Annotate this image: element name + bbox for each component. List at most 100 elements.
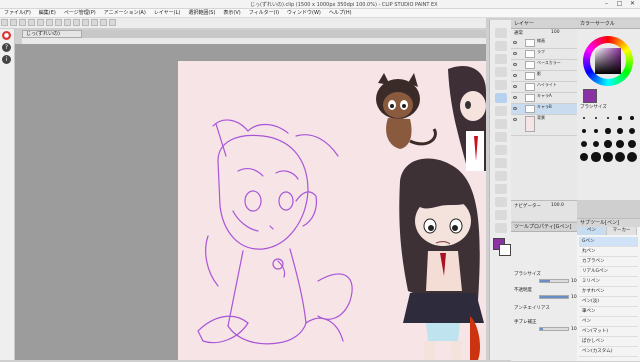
eye-icon[interactable] (513, 52, 517, 55)
stabilize-slider[interactable] (539, 327, 569, 331)
menu-edit[interactable]: 編集(E) (35, 9, 60, 17)
menu-help[interactable]: ヘルプ(H) (325, 9, 356, 17)
subtool-item[interactable]: リアルGペン (579, 267, 638, 277)
record-icon[interactable]: ● (2, 31, 11, 40)
fill-tool-icon[interactable] (495, 184, 507, 194)
lasso-tool-icon[interactable] (495, 67, 507, 77)
save-icon[interactable] (19, 19, 26, 26)
zoom-tool-icon[interactable] (495, 28, 507, 38)
brush-size-dot[interactable] (616, 140, 624, 148)
subtool-item[interactable]: ペン(マット) (579, 327, 638, 337)
invert-selection-icon[interactable] (82, 19, 89, 26)
layer-row[interactable]: 影 (511, 71, 577, 82)
figure-tool-icon[interactable] (495, 210, 507, 220)
close-button[interactable]: ✕ (626, 0, 639, 8)
menu-file[interactable]: ファイル(F) (0, 9, 35, 17)
brush-size-dot[interactable] (581, 128, 587, 134)
brush-size-dot[interactable] (591, 152, 601, 162)
saturation-value-square[interactable] (595, 48, 621, 74)
eyedropper-tool-icon[interactable] (495, 80, 507, 90)
brush-size-dot[interactable] (630, 116, 634, 120)
layer-row[interactable]: ベースカラー (511, 60, 577, 71)
drawing-canvas[interactable] (178, 61, 486, 360)
subtool-item[interactable]: ぼかしペン (579, 337, 638, 347)
redo-icon[interactable] (37, 19, 44, 26)
select-tool-icon[interactable] (495, 54, 507, 64)
layer-row[interactable]: キャラA (511, 93, 577, 104)
eye-icon[interactable] (513, 107, 517, 110)
pencil-tool-icon[interactable] (495, 106, 507, 116)
settings-icon[interactable] (109, 19, 116, 26)
opacity-slider[interactable] (539, 295, 569, 299)
menu-animation[interactable]: アニメーション(A) (100, 9, 150, 17)
stabilize-value[interactable]: 10 (571, 327, 577, 332)
subtool-item[interactable]: カブラペン (579, 257, 638, 267)
menu-window[interactable]: ウィンドウ(W) (283, 9, 325, 17)
brush-size-dot[interactable] (604, 140, 612, 148)
layer-row[interactable]: 背景 (511, 115, 577, 136)
maximize-button[interactable]: □ (613, 0, 626, 8)
subtool-item[interactable]: ペン(淡) (579, 297, 638, 307)
blend-tool-icon[interactable] (495, 171, 507, 181)
brush-size-dot[interactable] (603, 152, 613, 162)
gradient-tool-icon[interactable] (495, 197, 507, 207)
document-tab[interactable]: じっ(ずれいの) (22, 30, 82, 38)
brush-size-dot[interactable] (605, 128, 611, 134)
text-tool-icon[interactable] (495, 223, 507, 233)
brush-size-dot[interactable] (580, 140, 588, 148)
subtool-item[interactable]: 丸ペン (579, 247, 638, 257)
move-tool-icon[interactable] (495, 41, 507, 51)
layer-opacity[interactable]: 100 (551, 30, 560, 35)
brush-size-dot[interactable] (626, 151, 638, 163)
airbrush-tool-icon[interactable] (495, 132, 507, 142)
brush-size-dot[interactable] (592, 140, 600, 148)
current-color-swatch[interactable] (583, 89, 597, 103)
fill-icon[interactable] (55, 19, 62, 26)
menu-layer[interactable]: レイヤー(L) (150, 9, 185, 17)
layer-row-selected[interactable]: キャラB (511, 104, 577, 115)
menu-filter[interactable]: フィルター(I) (245, 9, 283, 17)
zoom-value[interactable]: 100.0 (551, 203, 564, 208)
deselect-icon[interactable] (73, 19, 80, 26)
layer-row[interactable]: ラフ (511, 49, 577, 60)
pen-tool-icon[interactable] (495, 93, 507, 103)
snap-ruler-icon[interactable] (91, 19, 98, 26)
tab-marker[interactable]: マーカー (607, 227, 637, 235)
eye-icon[interactable] (513, 74, 517, 77)
eye-icon[interactable] (513, 41, 517, 44)
brush-size-dot[interactable] (627, 139, 637, 149)
new-file-icon[interactable] (1, 19, 8, 26)
menu-selection[interactable]: 選択範囲(S) (184, 9, 219, 17)
eye-icon[interactable] (513, 96, 517, 99)
decoration-tool-icon[interactable] (495, 145, 507, 155)
undo-icon[interactable] (28, 19, 35, 26)
menu-view[interactable]: 表示(V) (219, 9, 244, 17)
subtool-item[interactable]: ミリペン (579, 277, 638, 287)
subtool-item[interactable]: Gペン (579, 237, 638, 247)
subtool-item[interactable]: ペン(カスタム) (579, 347, 638, 357)
transform-icon[interactable] (64, 19, 71, 26)
subtool-item[interactable]: 筆ペン (579, 307, 638, 317)
brush-size-dot[interactable] (594, 116, 598, 120)
layer-row[interactable]: ハイライト (511, 82, 577, 93)
help-icon[interactable]: ? (2, 43, 11, 52)
layer-row[interactable]: 線画 (511, 38, 577, 49)
menu-page[interactable]: ページ管理(P) (60, 9, 100, 17)
brush-size-dot[interactable] (618, 116, 622, 120)
tab-pen[interactable]: ペン (577, 227, 607, 235)
brush-size-dot[interactable] (606, 116, 610, 120)
brush-tool-icon[interactable] (495, 119, 507, 129)
brush-size-slider[interactable] (539, 279, 569, 283)
eye-icon[interactable] (513, 85, 517, 88)
brush-size-dot[interactable] (579, 152, 589, 162)
blend-mode-select[interactable]: 通常 (514, 30, 523, 36)
subtool-item[interactable]: かすれペン (579, 287, 638, 297)
eraser-tool-icon[interactable] (495, 158, 507, 168)
brush-size-dot[interactable] (583, 117, 585, 119)
snap-grid-icon[interactable] (100, 19, 107, 26)
brush-size-dot[interactable] (593, 128, 599, 134)
brush-size-dot[interactable] (628, 127, 636, 135)
subtool-item[interactable]: ペン (579, 317, 638, 327)
info-icon[interactable]: i (2, 55, 11, 64)
minimize-button[interactable]: – (600, 0, 613, 8)
